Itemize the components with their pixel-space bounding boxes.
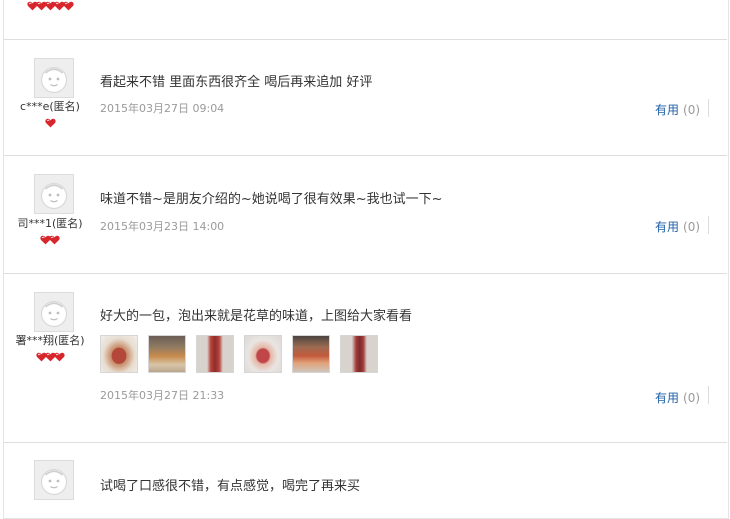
red-heart-icon [44,118,56,128]
user-level-hearts [4,1,96,11]
useful-separator [708,99,709,117]
default-avatar-icon [35,59,73,97]
review-divider [4,442,727,443]
default-avatar-icon [35,293,73,331]
review-content: 试喝了口感很不错，有点感觉，喝完了再来买 [100,479,361,494]
review-date: 2015年03月23日 14:00 [100,220,225,233]
review-divider [4,273,727,274]
review-photo-thumbnail[interactable] [340,335,378,373]
review-content: 好大的一包，泡出来就是花草的味道，上图给大家看看 [100,309,413,324]
useful-label[interactable]: 有用 [655,391,679,405]
avatar[interactable] [34,292,74,332]
default-avatar-icon [35,175,73,213]
useful-count: (0) [683,220,701,234]
useful-button[interactable]: 有用 (0) [655,389,700,406]
red-heart-icon [53,352,65,362]
default-avatar-icon [35,461,73,499]
review-photo-thumbnail[interactable] [244,335,282,373]
review-photo-thumbnail[interactable] [100,335,138,373]
avatar[interactable] [34,174,74,214]
user-level-hearts [4,352,96,362]
review-username[interactable]: 署***翔(匿名) [4,332,96,348]
review-photo-thumbnail[interactable] [148,335,186,373]
review-photo-list [100,335,388,373]
useful-count: (0) [683,391,701,405]
review-username[interactable]: 司***1(匿名) [4,215,96,231]
review-date: 2015年03月27日 09:04 [100,102,225,115]
review-photo-thumbnail[interactable] [292,335,330,373]
useful-button[interactable]: 有用 (0) [655,218,700,235]
review-content: 看起来不错 里面东西很齐全 喝后再来追加 好评 [100,75,373,90]
user-level-hearts [4,118,96,128]
review-photo-thumbnail[interactable] [196,335,234,373]
useful-separator [708,216,709,234]
useful-separator [708,386,709,404]
useful-button[interactable]: 有用 (0) [655,101,700,118]
review-divider [4,39,727,40]
useful-label[interactable]: 有用 [655,103,679,117]
useful-count: (0) [683,103,701,117]
useful-label[interactable]: 有用 [655,220,679,234]
avatar[interactable] [34,460,74,500]
red-heart-icon [62,1,74,11]
review-date: 2015年03月27日 21:33 [100,389,225,402]
review-divider [4,155,727,156]
red-heart-icon [49,235,60,245]
review-content: 味道不错~是朋友介绍的~她说喝了很有效果~我也试一下~ [100,192,443,207]
user-level-hearts [4,235,96,245]
review-username[interactable]: c***e(匿名) [4,98,96,114]
avatar[interactable] [34,58,74,98]
